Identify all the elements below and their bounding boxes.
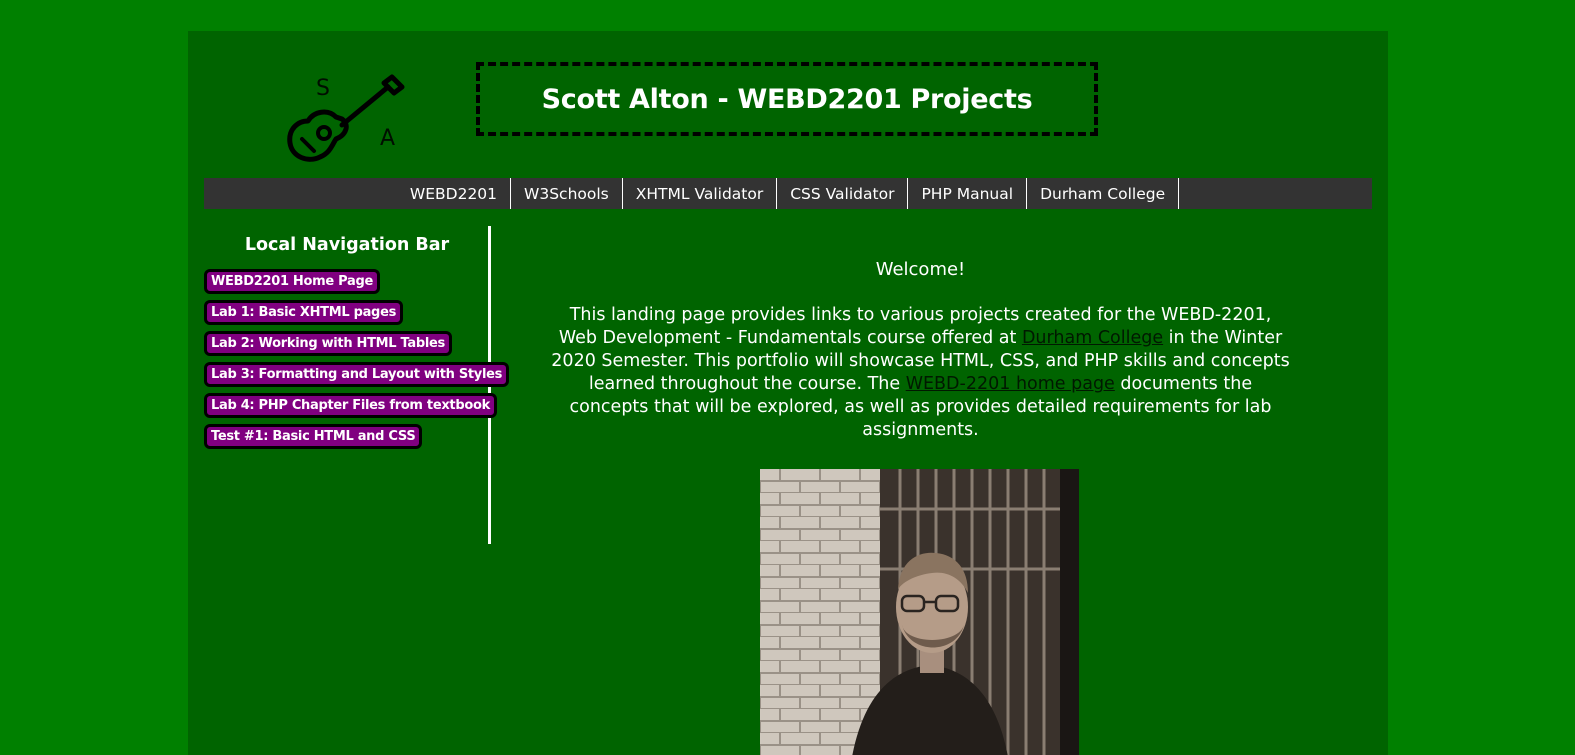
local-nav-sidebar: Local Navigation Bar WEBD2201 Home Page … — [204, 226, 510, 544]
sidebar-item-lab2[interactable]: Lab 2: Working with HTML Tables — [204, 331, 452, 356]
main-content: Welcome! This landing page provides link… — [533, 259, 1308, 442]
global-nav-bar: WEBD2201 W3Schools XHTML Validator CSS V… — [204, 178, 1372, 209]
sidebar-list-item: Lab 4: PHP Chapter Files from textbook — [204, 393, 497, 418]
durham-college-link[interactable]: Durham College — [1022, 328, 1163, 348]
sidebar-list-item: Lab 1: Basic XHTML pages — [204, 300, 488, 325]
sidebar-item-lab3[interactable]: Lab 3: Formatting and Layout with Styles — [204, 362, 510, 387]
sidebar-list: WEBD2201 Home Page Lab 1: Basic XHTML pa… — [204, 269, 510, 449]
topnav-link-css-validator[interactable]: CSS Validator — [777, 178, 909, 209]
sidebar-item-home[interactable]: WEBD2201 Home Page — [204, 269, 381, 294]
guitar-logo-icon: S A — [280, 73, 410, 169]
sidebar-item-lab1[interactable]: Lab 1: Basic XHTML pages — [204, 300, 404, 325]
webd2201-homepage-link[interactable]: WEBD-2201 home page — [906, 374, 1115, 394]
topnav-link-webd2201[interactable]: WEBD2201 — [397, 178, 512, 209]
sidebar-list-item: Lab 2: Working with HTML Tables — [204, 331, 488, 356]
site-title-box: Scott Alton - WEBD2201 Projects — [476, 62, 1098, 136]
logo-letter-a: A — [380, 126, 395, 151]
intro-paragraph: This landing page provides links to vari… — [533, 304, 1308, 442]
topnav-link-xhtml-validator[interactable]: XHTML Validator — [623, 178, 778, 209]
sidebar-list-item: Lab 3: Formatting and Layout with Styles — [204, 362, 510, 387]
welcome-heading: Welcome! — [875, 259, 966, 280]
sidebar-list-item: Test #1: Basic HTML and CSS — [204, 424, 488, 449]
page-title: Scott Alton - WEBD2201 Projects — [541, 83, 1033, 115]
sidebar-item-test1[interactable]: Test #1: Basic HTML and CSS — [204, 424, 423, 449]
page-container: S A Scott Alton - WEBD2201 Projects WEBD… — [188, 31, 1388, 755]
topnav-link-durham-college[interactable]: Durham College — [1027, 178, 1180, 209]
topnav-link-w3schools[interactable]: W3Schools — [511, 178, 623, 209]
sidebar-list-item: WEBD2201 Home Page — [204, 269, 488, 294]
logo-letter-s: S — [316, 76, 330, 101]
portrait-photo — [760, 469, 1079, 755]
topnav-link-php-manual[interactable]: PHP Manual — [908, 178, 1028, 209]
sidebar-item-lab4[interactable]: Lab 4: PHP Chapter Files from textbook — [204, 393, 497, 418]
sidebar-heading: Local Navigation Bar — [244, 235, 450, 255]
